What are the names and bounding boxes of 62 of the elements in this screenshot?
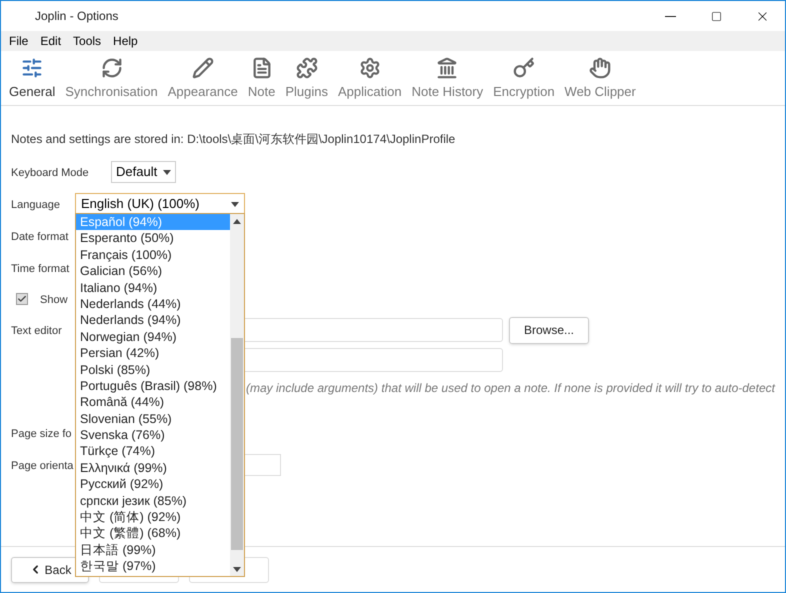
- language-option[interactable]: Français (100%): [76, 246, 230, 264]
- language-option[interactable]: 中文 (繁體) (68%): [76, 525, 230, 542]
- key-icon: [512, 56, 535, 78]
- sync-icon: [100, 56, 122, 78]
- settings-tab[interactable]: Web Clipper: [562, 56, 639, 101]
- browse-button[interactable]: Browse...: [509, 316, 589, 344]
- puzzle-icon: [296, 56, 318, 78]
- hand-icon: [589, 56, 612, 78]
- sliders-icon: [21, 56, 44, 78]
- menu-item[interactable]: Tools: [73, 32, 102, 50]
- language-option[interactable]: Italiano (94%): [76, 280, 230, 296]
- language-option[interactable]: Русский (92%): [76, 476, 230, 493]
- language-option[interactable]: Slovenian (55%): [76, 410, 230, 428]
- language-option[interactable]: 日本語 (99%): [76, 542, 230, 558]
- settings-tab[interactable]: Note: [244, 56, 278, 101]
- settings-tab[interactable]: Encryption: [490, 56, 558, 101]
- setting-label: Date format: [11, 231, 68, 243]
- setting-label: Language: [11, 199, 60, 211]
- keyboard-mode-select[interactable]: Default: [111, 161, 176, 183]
- setting-label: Time format: [11, 263, 70, 275]
- menu-item[interactable]: Edit: [40, 32, 62, 50]
- settings-tab[interactable]: Application: [334, 56, 405, 101]
- language-option[interactable]: Türkçe (74%): [76, 443, 230, 460]
- language-option[interactable]: Nederlands (94%): [76, 312, 230, 329]
- setting-label: Show: [40, 294, 68, 306]
- caret-up-icon: [233, 218, 241, 224]
- setting-label: Text editor: [11, 325, 62, 337]
- language-option[interactable]: Ελληνικά (99%): [76, 460, 230, 476]
- language-option[interactable]: Persian (42%): [76, 345, 230, 362]
- columns-building-icon: [436, 56, 458, 78]
- language-option[interactable]: Română (44%): [76, 394, 230, 411]
- menu-item[interactable]: File: [9, 32, 28, 50]
- gear-icon: [358, 56, 381, 78]
- editor-help-text: (may include arguments) that will be used to open a note. If none is provided it will try to auto-detect: [246, 380, 775, 397]
- language-option[interactable]: 中文 (简体) (92%): [76, 509, 230, 526]
- language-option[interactable]: Polski (85%): [76, 362, 230, 378]
- storage-path-text: Notes and settings are stored in: D:\tools\桌面\河东软件园\Joplin10174\JoplinProfile: [11, 131, 456, 148]
- language-option[interactable]: Nederlands (44%): [76, 296, 230, 312]
- pencil-icon: [192, 56, 214, 78]
- maximize-icon: [710, 10, 722, 22]
- settings-tab[interactable]: Note History: [408, 56, 486, 101]
- settings-tab[interactable]: Plugins: [282, 56, 331, 101]
- show-checkbox[interactable]: [16, 293, 28, 305]
- settings-tab[interactable]: General: [6, 56, 58, 101]
- caret-down-icon: [163, 170, 172, 174]
- window-title: Joplin - Options: [35, 8, 118, 25]
- language-option[interactable]: Português (Brasil) (98%): [76, 378, 230, 394]
- settings-tab[interactable]: Synchronisation: [62, 56, 161, 101]
- setting-label: Page orienta: [11, 460, 74, 472]
- setting-label: Keyboard Mode: [11, 167, 89, 179]
- language-option[interactable]: Galician (56%): [76, 263, 230, 280]
- settings-tab[interactable]: Appearance: [164, 56, 241, 101]
- language-option[interactable]: српски језик (85%): [76, 492, 230, 510]
- menu-item[interactable]: Help: [113, 32, 138, 50]
- language-option[interactable]: Svenska (76%): [76, 427, 230, 444]
- document-icon: [250, 56, 273, 78]
- language-option[interactable]: Norwegian (94%): [76, 328, 230, 346]
- language-option[interactable]: Esperanto (50%): [76, 230, 230, 247]
- setting-label: Page size fo: [11, 428, 72, 440]
- scrollbar[interactable]: [230, 214, 244, 576]
- caret-down-icon: [233, 566, 241, 572]
- caret-down-icon: [231, 202, 239, 206]
